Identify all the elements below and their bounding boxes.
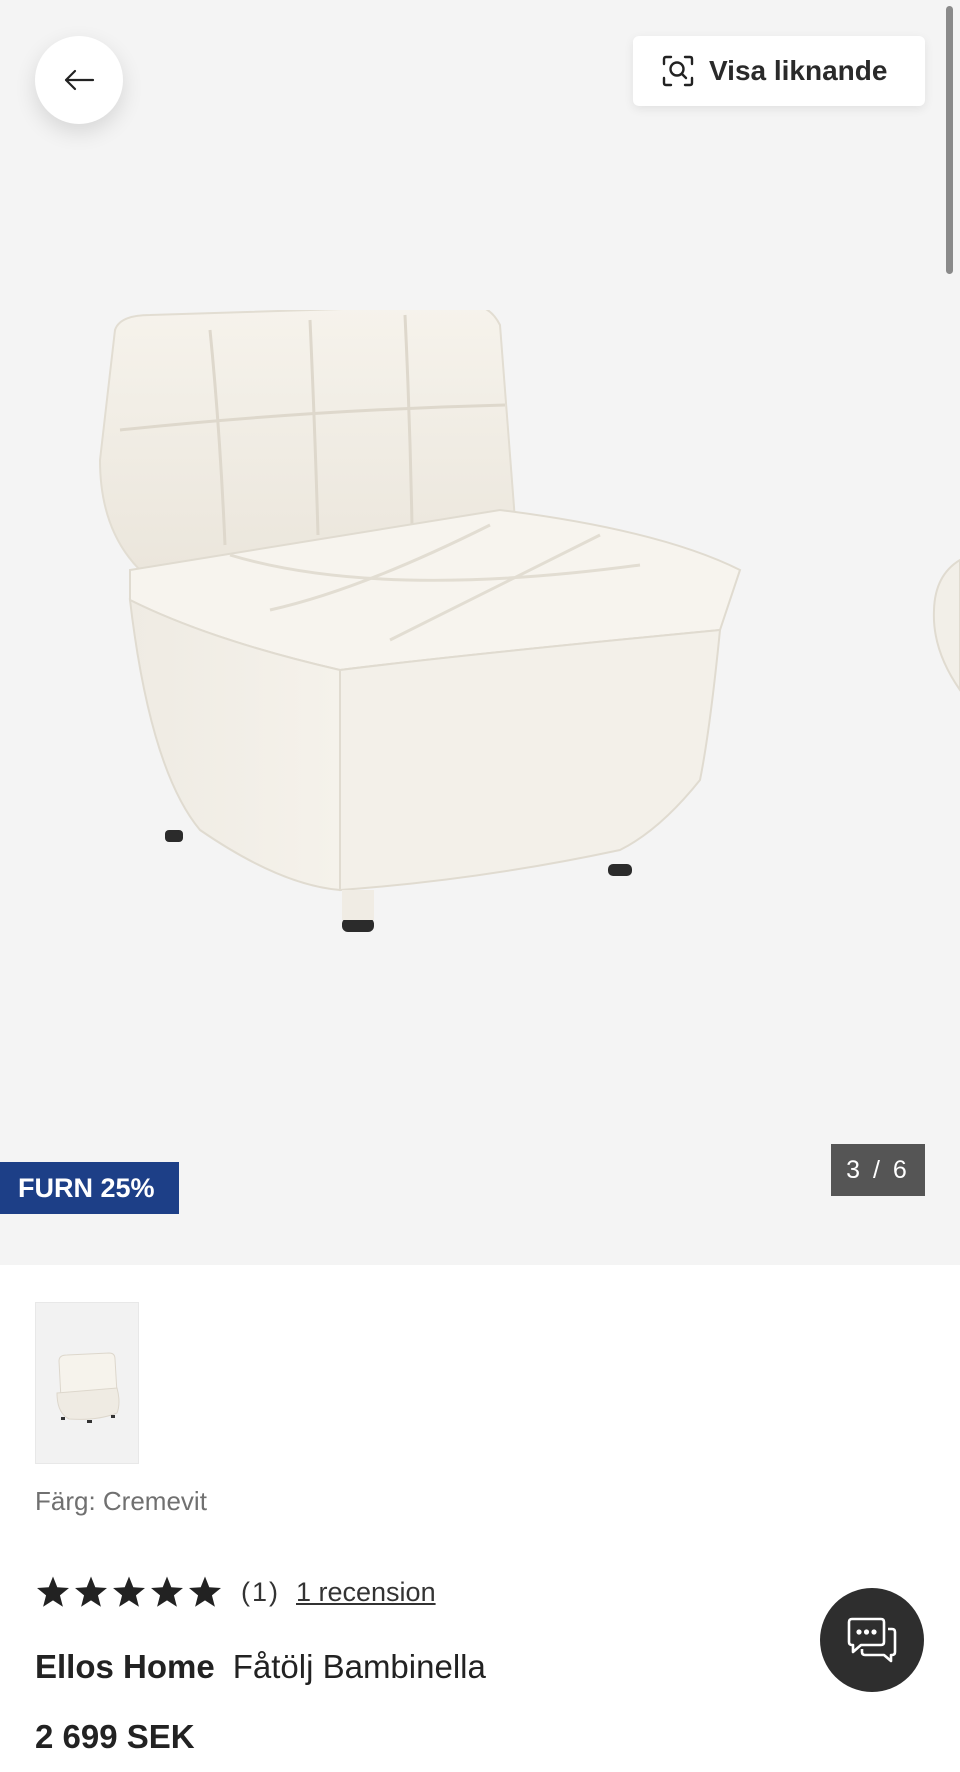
thumbnail-image [56,1352,120,1423]
star-icon [189,1576,221,1607]
next-image-peek [932,558,960,692]
image-counter-label: 3 / 6 [846,1155,910,1184]
star-icon [75,1576,107,1607]
show-similar-button[interactable]: Visa liknande [633,36,925,106]
star-icon [151,1576,183,1607]
star-icon [37,1576,69,1607]
product-brand: Ellos Home [35,1648,215,1685]
product-price: 2 699 SEK [35,1718,195,1755]
image-counter: 3 / 6 [831,1144,925,1196]
show-similar-label: Visa liknande [709,55,888,86]
promo-badge-label: FURN 25% [18,1172,155,1203]
product-rating: (1) 1 recension [35,1575,436,1609]
visual-search-icon [662,55,694,87]
chat-button[interactable] [820,1588,924,1692]
promo-badge: FURN 25% [0,1162,179,1214]
chat-bubbles-icon [847,1617,897,1663]
reviews-link[interactable]: 1 recension [296,1577,436,1608]
product-title: Ellos Home Fåtölj Bambinella [35,1648,486,1686]
color-variant-thumbnail[interactable] [35,1302,139,1464]
product-image-gallery[interactable]: Visa liknande FURN 25% 3 / 6 [0,0,960,1265]
arrow-left-icon [64,69,95,91]
color-label: Färg: Cremevit [35,1486,207,1516]
scrollbar[interactable] [946,6,953,274]
star-rating [35,1575,223,1609]
product-image [98,310,742,932]
product-name: Fåtölj Bambinella [232,1648,486,1685]
back-button[interactable] [35,36,123,124]
rating-count: (1) [241,1576,280,1607]
star-icon [113,1576,145,1607]
